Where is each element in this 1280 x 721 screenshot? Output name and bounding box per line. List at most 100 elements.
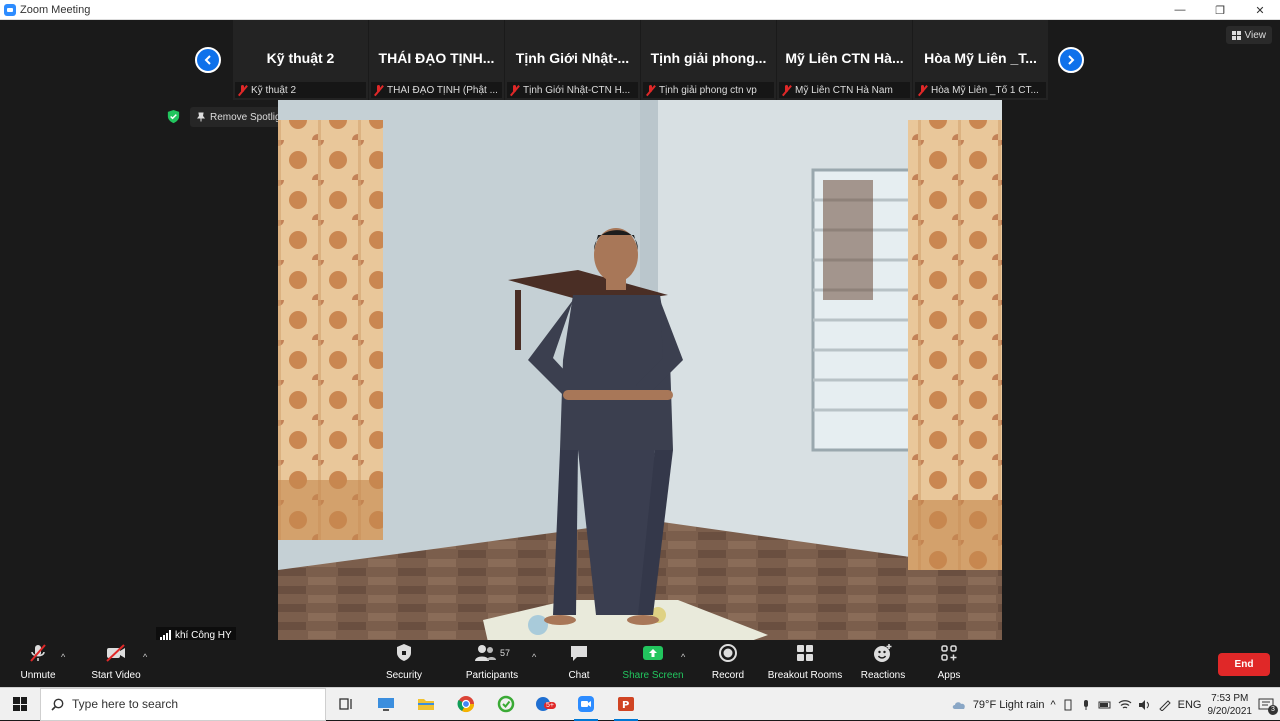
participant-name-label: Mỹ Liên CTN Hà Nam xyxy=(779,82,910,98)
maximize-button[interactable]: ❐ xyxy=(1200,0,1240,20)
device-icon[interactable] xyxy=(1062,699,1074,711)
participants-button[interactable]: 57 Participants xyxy=(461,640,523,687)
muted-mic-icon xyxy=(509,84,520,96)
task-view-button[interactable] xyxy=(326,688,366,721)
folder-icon xyxy=(418,699,434,710)
participant-tile[interactable]: Tịnh Giới Nhật-... Tịnh Giới Nhật-CTN H.… xyxy=(505,20,640,100)
video-options-caret-icon[interactable]: ^ xyxy=(143,652,147,662)
video-camera-off-icon xyxy=(106,644,125,662)
taskbar-app-file-explorer[interactable] xyxy=(406,688,446,721)
previous-page-button[interactable] xyxy=(195,47,221,73)
participant-tile[interactable]: Hòa Mỹ Liên _T... Hòa Mỹ Liên _Tổ 1 CT..… xyxy=(913,20,1048,100)
start-button[interactable] xyxy=(0,688,40,721)
chevron-right-icon xyxy=(1068,55,1075,65)
windows-logo-icon xyxy=(13,697,27,711)
muted-mic-icon xyxy=(645,84,656,96)
participant-name-label: Tịnh Giới Nhật-CTN H... xyxy=(507,82,638,98)
taskbar-app-monitor[interactable] xyxy=(366,688,406,721)
muted-mic-icon xyxy=(373,84,384,96)
tray-microphone-icon[interactable] xyxy=(1080,699,1092,711)
system-tray: 79°F Light rain ^ ENG 7:53 PM 9/20/2021 … xyxy=(951,688,1280,721)
search-placeholder: Type here to search xyxy=(72,697,179,711)
task-view-icon xyxy=(339,698,352,710)
clock-time: 7:53 PM xyxy=(1211,692,1249,704)
meeting-area: View Kỹ thuật 2 Kỹ thuật 2 THÁI ĐẠO TỊNH… xyxy=(0,20,1280,687)
start-video-button[interactable]: Start Video xyxy=(86,640,146,687)
spotlight-video[interactable] xyxy=(278,100,1002,642)
participant-tile[interactable]: Kỹ thuật 2 Kỹ thuật 2 xyxy=(233,20,368,100)
close-button[interactable]: ✕ xyxy=(1240,0,1280,20)
participants-icon xyxy=(474,645,496,661)
share-options-caret-icon[interactable]: ^ xyxy=(681,652,685,662)
participant-display-name: Hòa Mỹ Liên _T... xyxy=(924,50,1037,66)
breakout-rooms-button[interactable]: Breakout Rooms xyxy=(766,640,844,687)
windows-taskbar: Type here to search 5+ P 79°F Light rain… xyxy=(0,687,1280,721)
participant-name-label: Kỹ thuật 2 xyxy=(235,82,366,98)
apps-button[interactable]: Apps xyxy=(932,640,966,687)
muted-mic-icon xyxy=(237,84,248,96)
security-button[interactable]: Security xyxy=(383,640,425,687)
participant-display-name: Tịnh Giới Nhật-... xyxy=(515,50,630,66)
participants-count: 57 xyxy=(499,648,510,658)
participant-name-label: THÁI ĐẠO TỊNH (Phật ... xyxy=(371,82,502,98)
audio-options-caret-icon[interactable]: ^ xyxy=(61,652,65,662)
share-screen-icon xyxy=(643,646,663,660)
chat-button[interactable]: Chat xyxy=(562,640,596,687)
notification-count: 3 xyxy=(1268,704,1278,715)
battery-icon[interactable] xyxy=(1098,699,1112,711)
green-app-icon xyxy=(497,695,515,713)
taskbar-app-chrome[interactable] xyxy=(446,688,486,721)
language-indicator[interactable]: ENG xyxy=(1178,699,1202,711)
record-button[interactable]: Record xyxy=(708,640,748,687)
weather-text[interactable]: 79°F Light rain xyxy=(973,699,1045,711)
record-icon xyxy=(719,644,737,662)
participants-options-caret-icon[interactable]: ^ xyxy=(532,652,536,662)
view-label: View xyxy=(1244,29,1267,41)
participant-tile[interactable]: Mỹ Liên CTN Hà... Mỹ Liên CTN Hà Nam xyxy=(777,20,912,100)
chat-bubble-icon xyxy=(571,646,587,661)
window-controls: — ❐ ✕ xyxy=(1160,0,1280,20)
participant-tile[interactable]: THÁI ĐẠO TỊNH... THÁI ĐẠO TỊNH (Phật ... xyxy=(369,20,504,100)
next-page-button[interactable] xyxy=(1058,47,1084,73)
shield-icon xyxy=(397,644,411,661)
chrome-icon xyxy=(457,696,475,713)
notifications-button[interactable]: 3 xyxy=(1258,698,1278,715)
unmute-button[interactable]: Unmute xyxy=(18,640,58,687)
meeting-toolbar: Unmute ^ Start Video ^ Security 57 Parti… xyxy=(0,640,1280,687)
tray-overflow-chevron-icon[interactable]: ^ xyxy=(1050,699,1055,711)
window-titlebar: Zoom Meeting — ❐ ✕ xyxy=(0,0,1280,20)
muted-mic-icon xyxy=(917,84,928,96)
minimize-button[interactable]: — xyxy=(1160,0,1200,20)
participant-strip: Kỹ thuật 2 Kỹ thuật 2 THÁI ĐẠO TỊNH... T… xyxy=(233,20,1048,100)
taskbar-app-powerpoint[interactable]: P xyxy=(606,688,646,721)
taskbar-app-zoom[interactable] xyxy=(566,688,606,721)
breakout-rooms-icon xyxy=(797,645,813,661)
zoom-logo-icon xyxy=(4,3,16,16)
participant-name-label: Hòa Mỹ Liên _Tổ 1 CT... xyxy=(915,82,1046,98)
powerpoint-icon: P xyxy=(618,697,634,711)
share-screen-button[interactable]: Share Screen xyxy=(620,640,686,687)
reactions-button[interactable]: Reactions xyxy=(860,640,906,687)
microphone-muted-icon xyxy=(30,644,46,662)
muted-mic-icon xyxy=(781,84,792,96)
taskbar-app-notification-badge[interactable]: 5+ xyxy=(526,688,566,721)
taskbar-search-input[interactable]: Type here to search xyxy=(40,687,326,721)
end-meeting-button[interactable]: End xyxy=(1218,653,1270,676)
participant-tile[interactable]: Tịnh giải phong... Tịnh giải phong ctn v… xyxy=(641,20,776,100)
signal-strength-icon xyxy=(160,630,171,640)
search-icon xyxy=(51,698,64,711)
participant-display-name: THÁI ĐẠO TỊNH... xyxy=(378,50,495,66)
taskbar-app-green[interactable] xyxy=(486,688,526,721)
view-button[interactable]: View xyxy=(1225,26,1272,44)
taskbar-clock[interactable]: 7:53 PM 9/20/2021 xyxy=(1208,692,1253,718)
wifi-icon[interactable] xyxy=(1118,699,1132,711)
participant-display-name: Tịnh giải phong... xyxy=(650,50,767,66)
pen-icon[interactable] xyxy=(1158,699,1172,711)
participant-display-name: Mỹ Liên CTN Hà... xyxy=(785,50,904,66)
participant-display-name: Kỹ thuật 2 xyxy=(266,50,335,66)
security-shield-icon xyxy=(167,109,180,124)
weather-cloud-icon xyxy=(952,701,965,709)
volume-icon[interactable] xyxy=(1138,699,1152,711)
pin-icon xyxy=(197,112,205,122)
speaker-name: khí Công HY xyxy=(175,629,232,641)
